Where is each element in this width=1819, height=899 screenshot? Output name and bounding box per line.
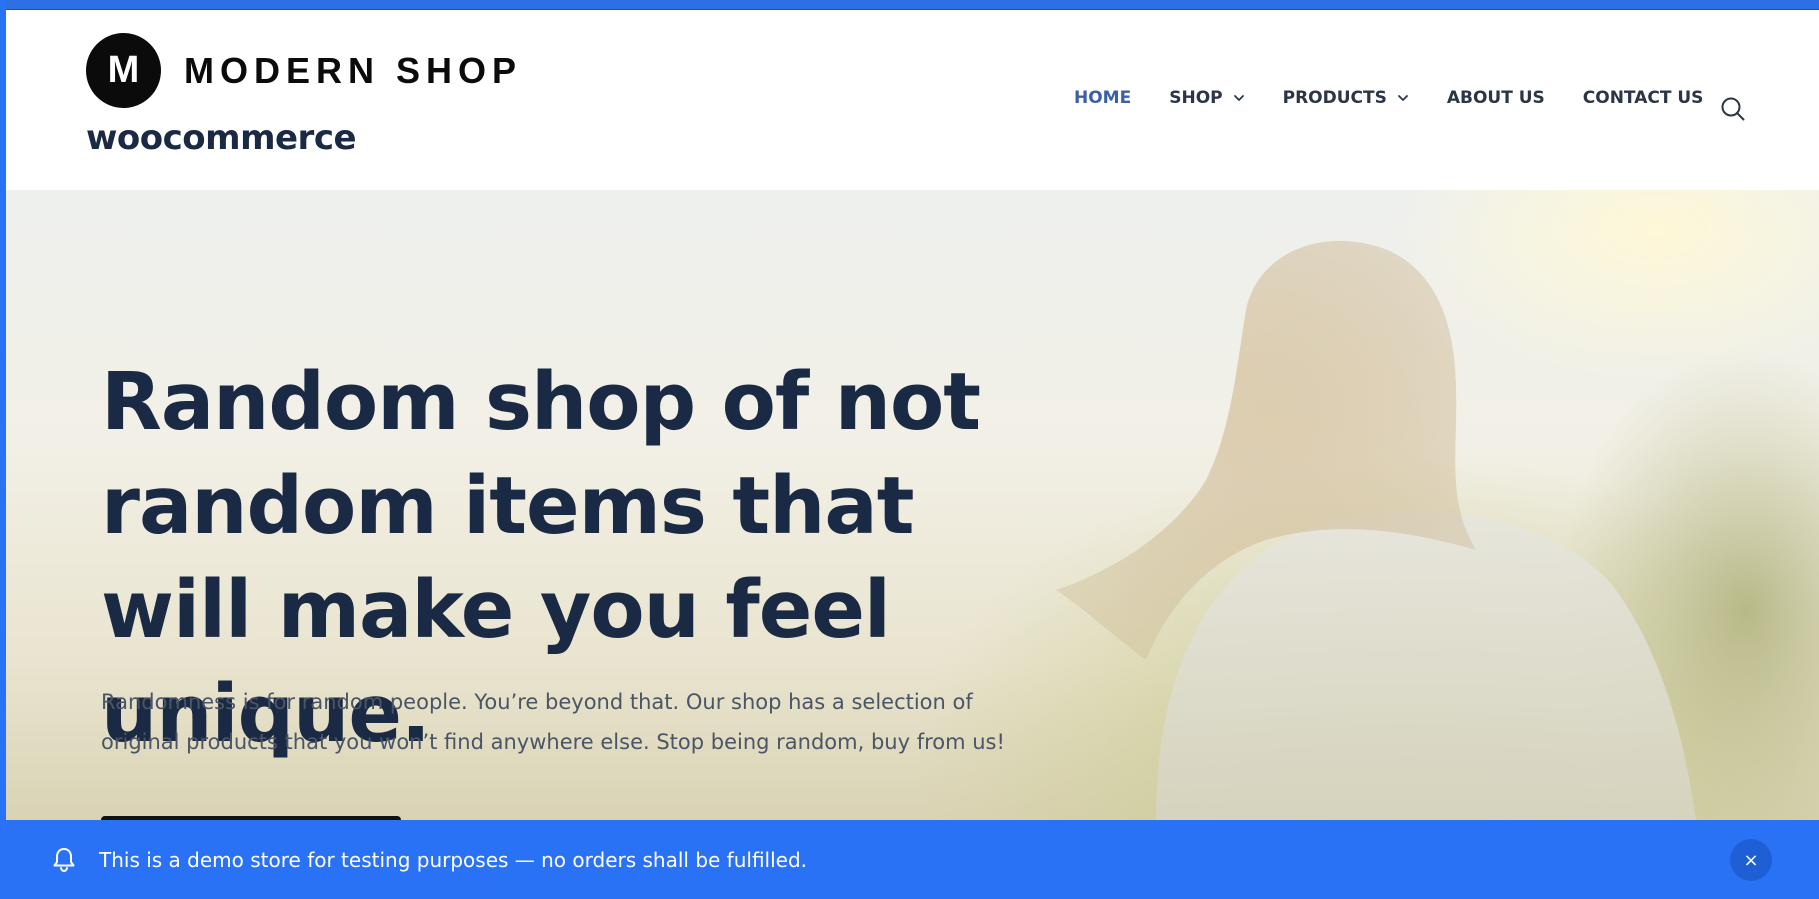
search-icon[interactable] (1720, 96, 1746, 122)
page: M MODERN SHOP woocommerce HOME SHOP PROD… (0, 0, 1819, 899)
window-top-border (0, 0, 1819, 10)
chevron-down-icon (1397, 95, 1408, 101)
main-nav: HOME SHOP PRODUCTS ABOUT US CONTACT US (1074, 88, 1741, 108)
logo-text[interactable]: MODERN SHOP (184, 50, 522, 92)
hero-section: Random shop of not random items that wil… (6, 190, 1819, 820)
dismiss-notice-button[interactable]: × (1730, 839, 1772, 881)
nav-item-products[interactable]: PRODUCTS (1283, 88, 1409, 108)
nav-item-home[interactable]: HOME (1074, 88, 1131, 108)
nav-item-about-us[interactable]: ABOUT US (1447, 88, 1545, 108)
site-header: M MODERN SHOP woocommerce HOME SHOP PROD… (6, 10, 1819, 190)
notice-text: This is a demo store for testing purpose… (99, 848, 808, 872)
nav-item-label: HOME (1074, 88, 1132, 108)
nav-item-contact-us[interactable]: CONTACT US (1583, 88, 1704, 108)
nav-item-label: CONTACT US (1582, 88, 1704, 108)
demo-store-notice: This is a demo store for testing purpose… (0, 820, 1819, 899)
site-title[interactable]: woocommerce (86, 118, 357, 158)
close-icon: × (1743, 849, 1759, 871)
nav-item-label: PRODUCTS (1282, 88, 1387, 108)
logo-mark[interactable]: M (86, 33, 161, 108)
bell-icon (53, 848, 75, 873)
nav-item-label: SHOP (1169, 88, 1223, 108)
hero-description: Randomness is for random people. You’re … (101, 690, 1005, 754)
nav-item-shop[interactable]: SHOP (1169, 88, 1244, 108)
chevron-down-icon (1233, 95, 1244, 101)
nav-item-label: ABOUT US (1446, 88, 1545, 108)
